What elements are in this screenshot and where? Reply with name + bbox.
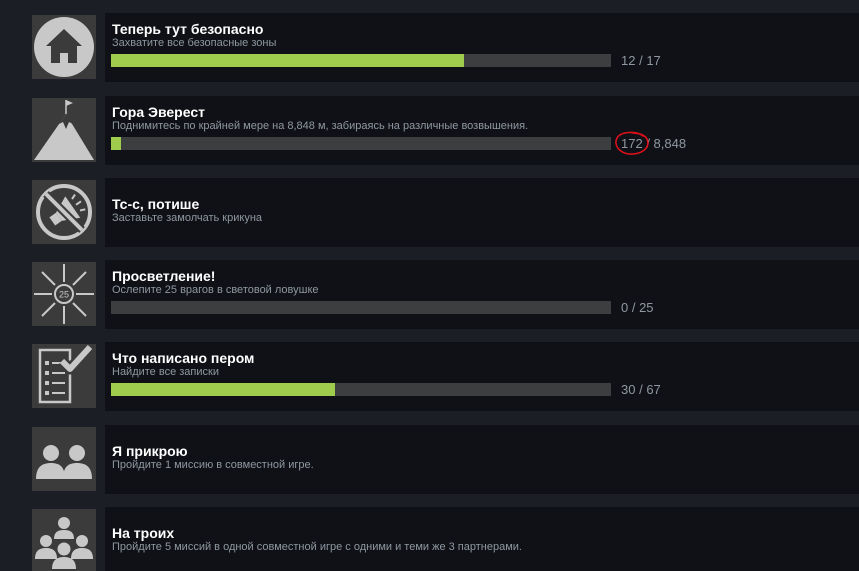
- flash-burst-count: 25: [59, 290, 69, 300]
- progress-total: 25: [639, 300, 654, 315]
- progress-bar: [111, 301, 611, 314]
- achievement-description: Пройдите 5 миссий в одной совместной игр…: [112, 541, 522, 553]
- achievement-title: Просветление!: [112, 268, 216, 284]
- progress-bar-fill: [111, 137, 121, 150]
- achievement-row[interactable]: Я прикрою Пройдите 1 миссию в совместной…: [0, 425, 859, 505]
- achievement-panel: Я прикрою Пройдите 1 миссию в совместной…: [105, 425, 859, 494]
- achievement-list: Теперь тут безопасно Захватите все безоп…: [0, 0, 859, 571]
- achievement-row[interactable]: Тс-с, потише Заставьте замолчать крикуна: [0, 178, 859, 258]
- achievement-icon: 25: [32, 262, 96, 326]
- achievement-panel: Теперь тут безопасно Захватите все безоп…: [105, 13, 859, 82]
- achievement-row[interactable]: На троих Пройдите 5 миссий в одной совме…: [0, 507, 859, 571]
- achievement-icon: [32, 180, 96, 244]
- achievement-description: Захватите все безопасные зоны: [112, 37, 277, 49]
- mountain-flag-icon: [34, 100, 94, 160]
- achievement-panel: Что написано пером Найдите все записки 3…: [105, 342, 859, 411]
- house-icon: [34, 17, 94, 77]
- achievement-icon: [32, 98, 96, 162]
- progress-total: 67: [646, 382, 661, 397]
- progress-count: 12 / 17: [621, 53, 661, 69]
- progress-bar: [111, 383, 611, 396]
- achievement-row[interactable]: 25 Просветление! Ослепите 25 врагов в св…: [0, 260, 859, 340]
- achievement-title: Теперь тут безопасно: [112, 21, 264, 37]
- achievement-description: Ослепите 25 врагов в световой ловушке: [112, 284, 319, 296]
- achievement-icon: [32, 509, 96, 571]
- progress-current-value: 172: [621, 136, 643, 151]
- checklist-icon: [38, 344, 95, 404]
- progress-separator: /: [635, 382, 647, 397]
- achievement-row[interactable]: Теперь тут безопасно Захватите все безоп…: [0, 13, 859, 93]
- achievement-panel: Тс-с, потише Заставьте замолчать крикуна: [105, 178, 859, 247]
- muted-megaphone-icon: [36, 184, 92, 240]
- progress-bar: [111, 137, 611, 150]
- achievement-description: Пройдите 1 миссию в совместной игре.: [112, 459, 314, 471]
- progress-bar-fill: [111, 54, 464, 67]
- progress-separator: /: [642, 136, 654, 151]
- progress-total: 17: [646, 53, 661, 68]
- progress-separator: /: [635, 53, 647, 68]
- progress-count: 30 / 67: [621, 382, 661, 398]
- progress-bar: [111, 54, 611, 67]
- progress-count: 0 / 25: [621, 300, 654, 316]
- two-players-icon: [36, 445, 92, 479]
- flash-burst-icon: 25: [34, 264, 94, 324]
- progress-bar-fill: [111, 383, 335, 396]
- achievement-row[interactable]: Гора Эверест Поднимитесь по крайней мере…: [0, 96, 859, 176]
- achievement-row[interactable]: Что написано пером Найдите все записки 3…: [0, 342, 859, 422]
- achievement-icon: [32, 427, 96, 491]
- achievement-title: Тс-с, потише: [112, 196, 200, 212]
- achievement-panel: Гора Эверест Поднимитесь по крайней мере…: [105, 96, 859, 165]
- achievement-icon: [32, 344, 96, 408]
- progress-separator: /: [628, 300, 640, 315]
- achievement-title: Я прикрою: [112, 443, 188, 459]
- achievement-panel: На троих Пройдите 5 миссий в одной совме…: [105, 507, 859, 571]
- progress-total: 8,848: [653, 136, 687, 151]
- group-players-icon: [35, 517, 93, 569]
- progress-current: 0: [621, 300, 629, 315]
- progress-current: 12: [621, 53, 636, 68]
- achievement-panel: Просветление! Ослепите 25 врагов в свето…: [105, 260, 859, 329]
- achievement-description: Заставьте замолчать крикуна: [112, 212, 263, 224]
- achievement-title: Гора Эверест: [112, 104, 205, 120]
- achievement-description: Найдите все записки: [112, 366, 219, 378]
- achievement-title: На троих: [112, 525, 175, 541]
- achievement-icon: [32, 15, 96, 79]
- achievement-title: Что написано пером: [112, 350, 255, 366]
- progress-count: 172 / 8,848: [615, 131, 687, 155]
- achievement-description: Поднимитесь по крайней мере на 8,848 м, …: [112, 120, 529, 132]
- progress-current: 30: [621, 382, 636, 397]
- progress-current: 172: [615, 131, 649, 155]
